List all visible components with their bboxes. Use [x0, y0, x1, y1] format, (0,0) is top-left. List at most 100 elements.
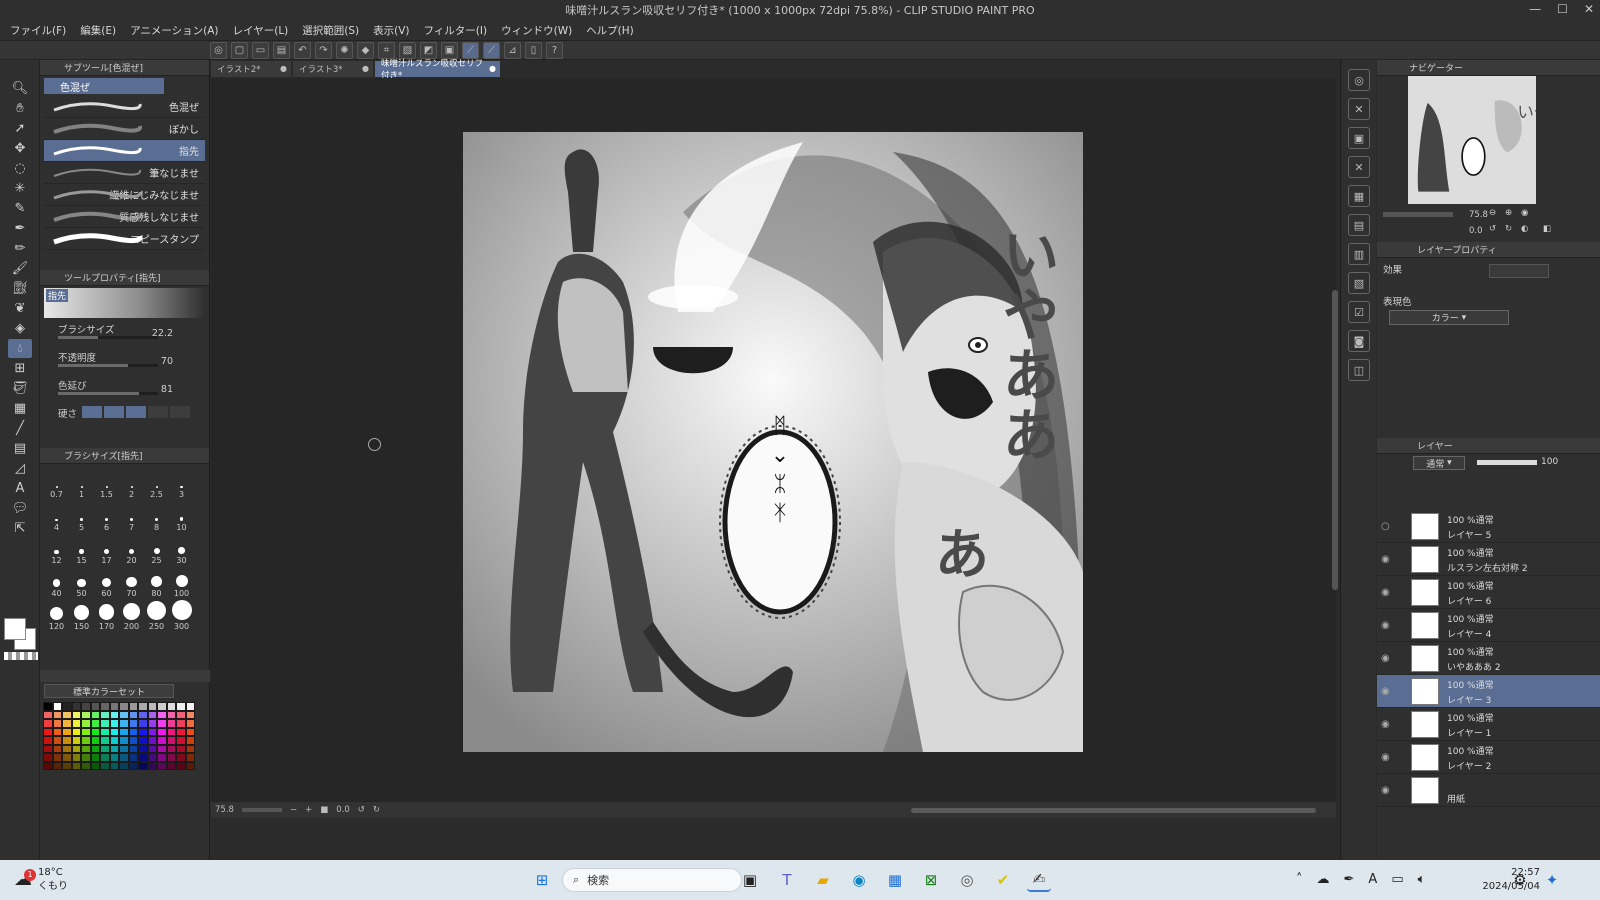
brush-size-preset[interactable]: 50	[69, 567, 94, 600]
undo-icon[interactable]: ↶	[294, 42, 311, 59]
brush-size-preset[interactable]: 3	[169, 468, 194, 501]
menu-help[interactable]: ヘルプ(H)	[586, 23, 634, 38]
brush-size-preset[interactable]: 10	[169, 501, 194, 534]
maximize-icon[interactable]: ☐	[1557, 2, 1568, 16]
brush-size-preset[interactable]: 5	[69, 501, 94, 534]
subtool-item-selected[interactable]: 指先	[44, 140, 205, 162]
opacity-slider[interactable]	[1477, 460, 1537, 465]
onedrive-icon[interactable]: ☁	[1317, 872, 1330, 887]
save-icon[interactable]: ▤	[273, 42, 290, 59]
close-icon[interactable]: ●	[489, 64, 496, 73]
artwork-canvas[interactable]: ᛗ ⌄ ᛯ ᛡ い や あ あ あ	[463, 132, 1083, 752]
eye-icon[interactable]: ○	[1381, 521, 1390, 532]
clip-studio-icon[interactable]: ◎	[210, 42, 227, 59]
layer-row[interactable]: ◉ 100 %通常 レイヤー 2	[1377, 741, 1600, 774]
transparent-color[interactable]	[4, 652, 38, 660]
brush-size-preset[interactable]: 70	[119, 567, 144, 600]
layer-row[interactable]: ◉ 100 %通常 レイヤー 1	[1377, 708, 1600, 741]
brush-size-preset[interactable]: 40	[44, 567, 69, 600]
eyedropper-icon[interactable]: ✎	[8, 199, 32, 218]
taskbar-search[interactable]: ⌕ 検索	[562, 868, 742, 892]
new-file-icon[interactable]: ▢	[231, 42, 248, 59]
brush-icon[interactable]: 🖌︎	[8, 259, 32, 278]
pen-icon[interactable]: ✒	[1344, 872, 1355, 887]
angle-value[interactable]: 0.0	[336, 805, 350, 815]
brush-size-preset[interactable]: 2.5	[144, 468, 169, 501]
reset-rotation-icon[interactable]: ◐	[1521, 224, 1528, 234]
color-extend-control[interactable]: 色延び 81	[46, 376, 203, 404]
color-set-select[interactable]: 標準カラーセット	[44, 684, 174, 698]
task-view-icon[interactable]: ▣	[738, 868, 762, 892]
brush-size-preset[interactable]: 100	[169, 567, 194, 600]
close-icon[interactable]: ✕	[1584, 2, 1594, 16]
norton-icon[interactable]: ✔	[991, 868, 1015, 892]
subtool-item[interactable]: ぼかし	[44, 118, 205, 140]
copilot-icon[interactable]: ✦	[1540, 868, 1564, 892]
clip-studio-taskbar-icon[interactable]: ◎	[955, 868, 979, 892]
pencil-icon[interactable]: ✏	[8, 239, 32, 258]
windows-start-icon[interactable]: ⊞	[530, 868, 554, 892]
brush-size-preset[interactable]: 80	[144, 567, 169, 600]
horizontal-scrollbar[interactable]	[911, 808, 1316, 813]
menu-edit[interactable]: 編集(E)	[80, 23, 116, 38]
rotate-right-icon[interactable]: ↻	[1505, 224, 1512, 234]
brush-size-preset[interactable]: 120	[44, 600, 69, 633]
brush-size-preset[interactable]: 17	[94, 534, 119, 567]
brush-size-preset[interactable]: 4	[44, 501, 69, 534]
hand-tool-icon[interactable]: ✋︎	[8, 99, 32, 118]
doc-tab[interactable]: イラスト2* ●	[211, 61, 291, 77]
brush-size-preset[interactable]: 1	[69, 468, 94, 501]
help-icon[interactable]: ?	[546, 42, 563, 59]
zoom-tool-icon[interactable]: 🔍︎	[8, 79, 32, 98]
eye-icon[interactable]: ◉	[1381, 653, 1390, 664]
effect-buttons[interactable]	[1489, 264, 1549, 278]
subtool-item[interactable]: 質感残しなじませ	[44, 206, 205, 228]
rotate-right-icon[interactable]: ↻	[373, 805, 380, 815]
brush-size-preset[interactable]: 7	[119, 501, 144, 534]
vertical-scrollbar[interactable]	[1332, 290, 1338, 590]
file-explorer-icon[interactable]: ▰	[811, 868, 835, 892]
eye-icon[interactable]: ◉	[1381, 719, 1390, 730]
brush-size-preset[interactable]: 6	[94, 501, 119, 534]
fit-icon[interactable]: ◉	[1521, 208, 1528, 218]
layer-row[interactable]: ◉ 100 %通常 レイヤー 3	[1377, 675, 1600, 708]
brush-size-control[interactable]: ブラシサイズ 22.2	[46, 320, 203, 348]
brush-size-preset[interactable]: 150	[69, 600, 94, 633]
open-file-icon[interactable]: ▭	[252, 42, 269, 59]
zoom-out-icon[interactable]: ⊖	[1489, 208, 1496, 218]
brush-size-preset[interactable]: 30	[169, 534, 194, 567]
gradient-icon[interactable]: ▦	[8, 399, 32, 418]
zoom-in-icon[interactable]: +	[305, 805, 312, 815]
opacity-control[interactable]: 不透明度 70	[46, 348, 203, 376]
decoration-icon[interactable]: ❦	[8, 299, 32, 318]
brush-size-preset[interactable]: 250	[144, 600, 169, 633]
subtool-item[interactable]: コピースタンプ	[44, 228, 205, 250]
text-tool-icon[interactable]: A	[8, 479, 32, 498]
notification-icon[interactable]: ⚙	[1508, 868, 1532, 892]
subtool-item[interactable]: 筆なじませ	[44, 162, 205, 184]
layer-row[interactable]: ◉ 100 %通常 ルスラン左右対称 2	[1377, 543, 1600, 576]
eye-icon[interactable]: ◉	[1381, 785, 1390, 796]
search-icon[interactable]: ◎	[1348, 69, 1370, 91]
hardness-control[interactable]: 硬さ	[46, 404, 203, 428]
weather-widget[interactable]: ☁ 1 18°C くもり	[14, 866, 68, 894]
auto-select-icon[interactable]: ✳	[8, 179, 32, 198]
layer-row[interactable]: ◉ 100 %通常 レイヤー 4	[1377, 609, 1600, 642]
lasso-select-icon[interactable]: ◌	[8, 159, 32, 178]
network-icon[interactable]: ▭	[1391, 872, 1403, 887]
brush-size-preset[interactable]: 12	[44, 534, 69, 567]
edge-icon[interactable]: ◉	[847, 868, 871, 892]
eye-icon[interactable]: ◉	[1381, 752, 1390, 763]
redo-icon[interactable]: ↷	[315, 42, 332, 59]
subtool-item[interactable]: 繊維にじみなじませ	[44, 184, 205, 206]
close-icon[interactable]: ●	[362, 64, 369, 73]
subtool-item[interactable]: 色混ぜ	[44, 96, 205, 118]
correct-line-icon[interactable]: ⇱	[8, 519, 32, 538]
brush-size-preset[interactable]: 2	[119, 468, 144, 501]
brush-size-preset[interactable]: 1.5	[94, 468, 119, 501]
copy-icon[interactable]: ▣	[1348, 127, 1370, 149]
brush-size-preset[interactable]: 8	[144, 501, 169, 534]
ime-icon[interactable]: A	[1368, 872, 1377, 887]
doc-tab[interactable]: イラスト3* ●	[293, 61, 373, 77]
rotate-left-icon[interactable]: ↺	[1489, 224, 1496, 234]
